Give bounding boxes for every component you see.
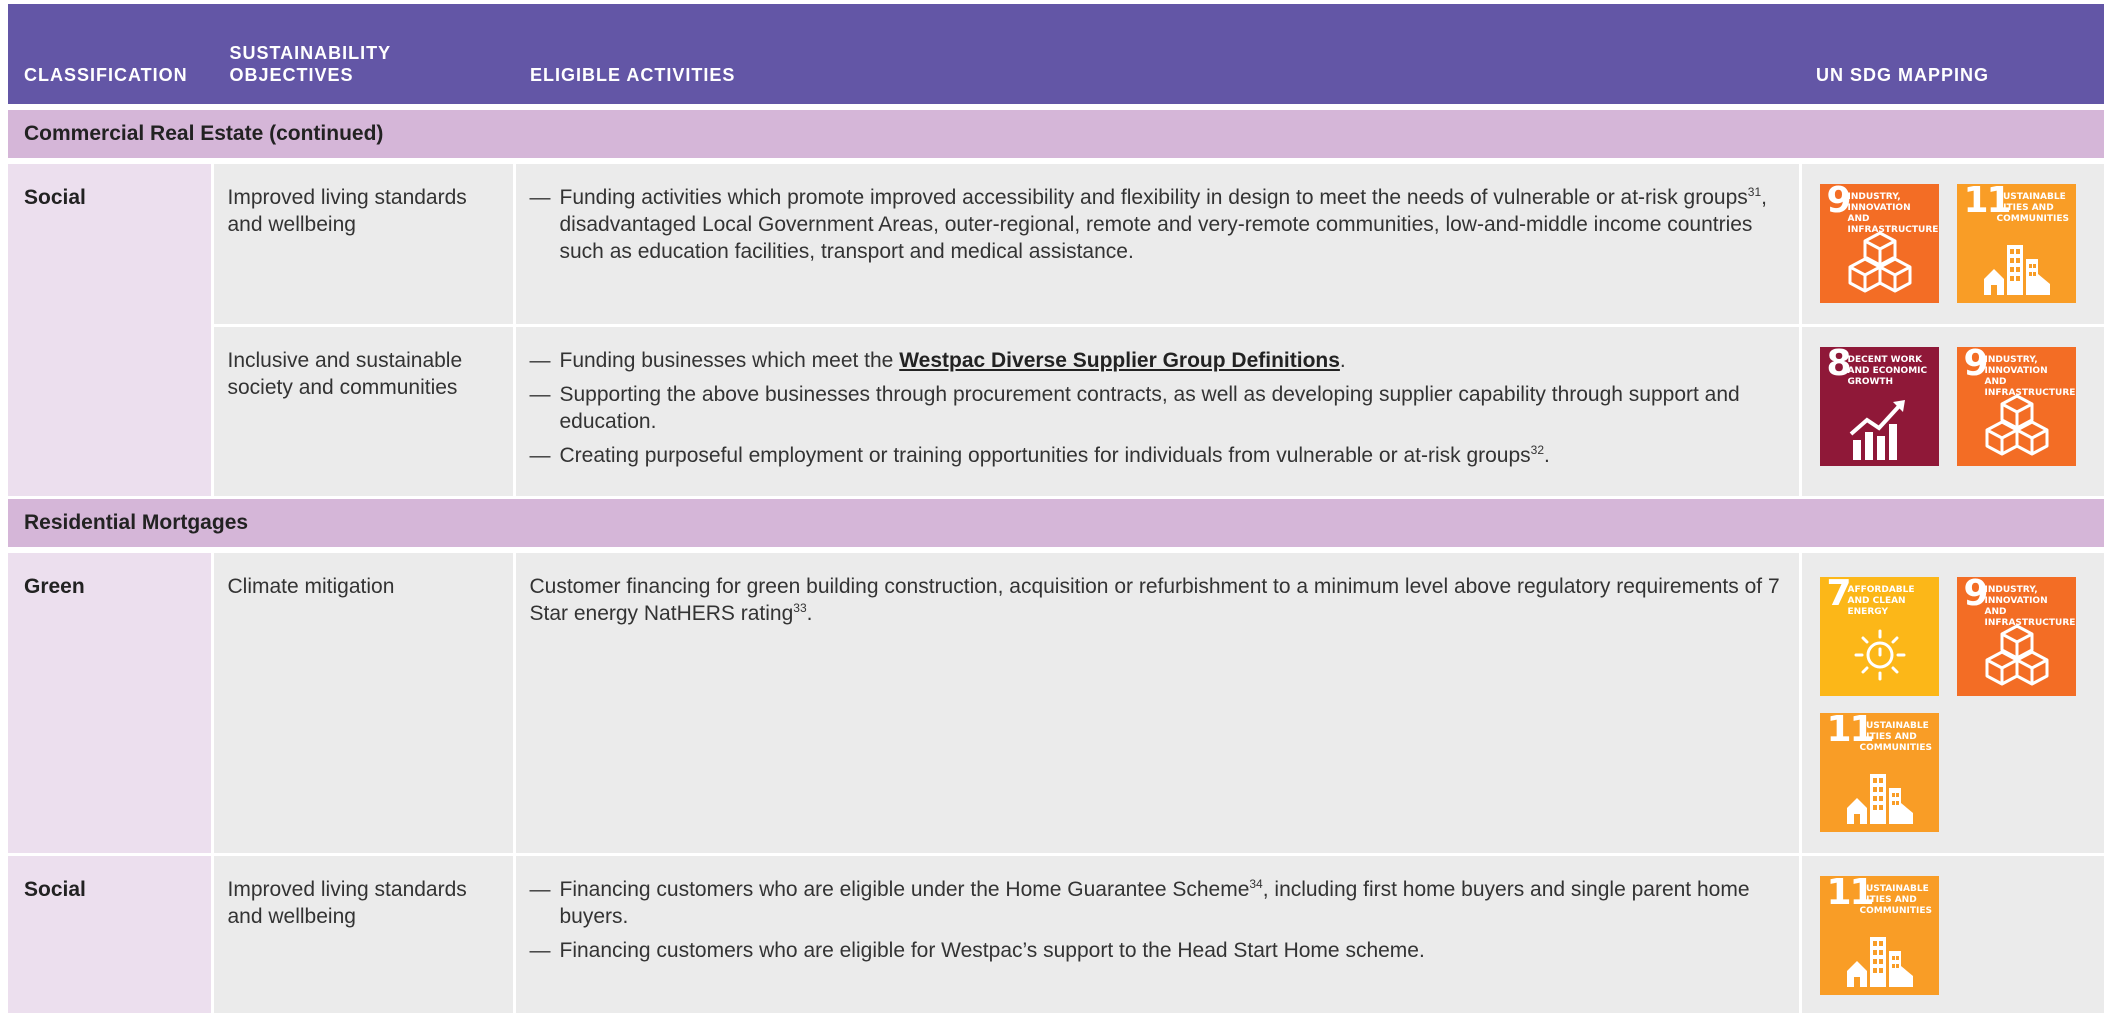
header-sdg: UN SDG MAPPING (1800, 4, 2104, 104)
table-row: Social Improved living standards and wel… (8, 854, 2104, 1016)
sdg-11-tile: 11 Sustainable cities and communities (1956, 184, 2076, 303)
growth-chart-icon (1848, 397, 1907, 462)
section-residential-mortgages: Residential Mortgages (8, 497, 2104, 547)
cubes-icon (1985, 394, 2048, 455)
list-item: Supporting the above businesses through … (530, 381, 1785, 435)
sdg-11-tile: 11 Sustainable cities and communities (1819, 712, 1939, 832)
sdg-cell: 8 Decent work and economic growth 9 Indust… (1798, 325, 2104, 499)
activities-cell: Financing customers who are eligible und… (512, 854, 1800, 1016)
cubes-icon (1985, 624, 2048, 685)
city-buildings-icon (1846, 773, 1913, 824)
sdg-8-tile: 8 Decent work and economic growth (1819, 346, 1939, 466)
sdg-cell: 9 Industry, innovation and infrastructure… (1798, 164, 2104, 327)
list-item: Funding activities which promote improve… (530, 184, 1785, 265)
objective-cell: Climate mitigation (210, 552, 514, 856)
header-activities: ELIGIBLE ACTIVITIES (514, 4, 1800, 104)
header-classification: CLASSIFICATION (8, 4, 214, 104)
cubes-icon (1848, 231, 1911, 293)
objective-cell: Improved living standards and wellbeing (210, 164, 514, 327)
classification-cell: Social (8, 164, 212, 499)
city-buildings-icon (1846, 937, 1913, 987)
table-header: CLASSIFICATION SUSTAINABILITY OBJECTIVES … (8, 4, 2104, 104)
list-item: Financing customers who are eligible for… (530, 937, 1785, 964)
list-item: Funding businesses which meet the Westpa… (530, 347, 1785, 374)
sdg-9-tile: 9 Industry, innovation and infrastructure (1956, 576, 2076, 696)
list-item: Financing customers who are eligible und… (530, 876, 1785, 930)
table-row: Social Improved living standards and wel… (8, 164, 2104, 499)
sustainability-table: CLASSIFICATION SUSTAINABILITY OBJECTIVES … (8, 4, 2104, 1016)
table-row: Green Climate mitigation Customer financ… (8, 552, 2104, 856)
classification-cell: Social (8, 854, 212, 1016)
activities-cell: Customer financing for green building co… (512, 552, 1800, 856)
activities-cell: Funding businesses which meet the Westpa… (512, 325, 1800, 499)
objective-cell: Improved living standards and wellbeing (210, 854, 514, 1016)
sdg-9-tile: 9 Industry, innovation and infrastructure (1819, 184, 1939, 303)
sun-power-icon (1854, 629, 1905, 680)
activities-cell: Funding activities which promote improve… (512, 164, 1800, 327)
sdg-cell: 11 Sustainable cities and communities (1798, 854, 2104, 1016)
list-item: Creating purposeful employment or traini… (530, 442, 1785, 469)
sdg-7-tile: 7 Affordable and clean energy (1819, 576, 1939, 696)
section-title: Residential Mortgages (8, 497, 2104, 547)
table-row: Inclusive and sustainable society and co… (8, 325, 2104, 499)
classification-cell: Green (8, 552, 212, 856)
section-title: Commercial Real Estate (continued) (8, 110, 2104, 158)
diverse-supplier-link[interactable]: Westpac Diverse Supplier Group Definitio… (899, 349, 1340, 372)
objective-cell: Inclusive and sustainable society and co… (210, 325, 514, 499)
section-commercial-real-estate: Commercial Real Estate (continued) (8, 110, 2104, 158)
sdg-11-tile: 11 Sustainable cities and communities (1819, 876, 1939, 995)
sdg-cell: 7 Affordable and clean energy 9 Industry, … (1798, 552, 2104, 856)
city-buildings-icon (1983, 245, 2050, 295)
header-objectives: SUSTAINABILITY OBJECTIVES (212, 4, 514, 104)
sdg-9-tile: 9 Industry, innovation and infrastructure (1956, 346, 2076, 466)
